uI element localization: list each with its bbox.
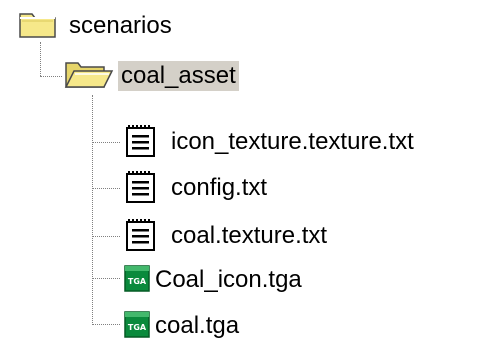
folder-open-icon xyxy=(64,57,114,96)
tree-item-label: scenarios xyxy=(69,12,172,39)
file-item[interactable]: icon_texture.texture.txt xyxy=(124,124,417,160)
tree-line xyxy=(92,188,120,189)
tree-item-coal-asset[interactable]: coal_asset xyxy=(64,58,239,94)
tree-item-scenarios[interactable]: scenarios xyxy=(18,8,175,44)
tree-line xyxy=(92,236,120,237)
tree-line xyxy=(40,76,62,77)
file-item[interactable]: TGA coal.tga xyxy=(124,308,242,344)
svg-text:TGA: TGA xyxy=(128,323,147,332)
text-file-icon xyxy=(124,168,158,209)
file-label: Coal_icon.tga xyxy=(155,266,302,293)
tree-line xyxy=(92,278,120,279)
tree-line xyxy=(92,142,120,143)
file-label: icon_texture.texture.txt xyxy=(171,128,414,155)
tga-file-icon: TGA xyxy=(124,309,150,344)
text-file-icon xyxy=(124,122,158,163)
file-item[interactable]: coal.texture.txt xyxy=(124,218,330,254)
file-label: coal.texture.txt xyxy=(171,222,328,249)
text-file-icon xyxy=(124,216,158,257)
tree-line xyxy=(92,95,93,325)
tree-item-label: coal_asset xyxy=(118,61,239,91)
file-label: config.txt xyxy=(171,174,268,201)
folder-closed-icon xyxy=(18,8,58,45)
tga-file-icon: TGA xyxy=(124,263,150,298)
file-tree: scenarios coal_asset icon_texture.textur… xyxy=(0,0,496,339)
tree-line xyxy=(40,42,41,76)
file-item[interactable]: config.txt xyxy=(124,170,270,206)
svg-text:TGA: TGA xyxy=(128,277,147,286)
file-item[interactable]: TGA Coal_icon.tga xyxy=(124,262,305,298)
file-label: coal.tga xyxy=(155,312,240,339)
tree-line xyxy=(92,324,120,325)
